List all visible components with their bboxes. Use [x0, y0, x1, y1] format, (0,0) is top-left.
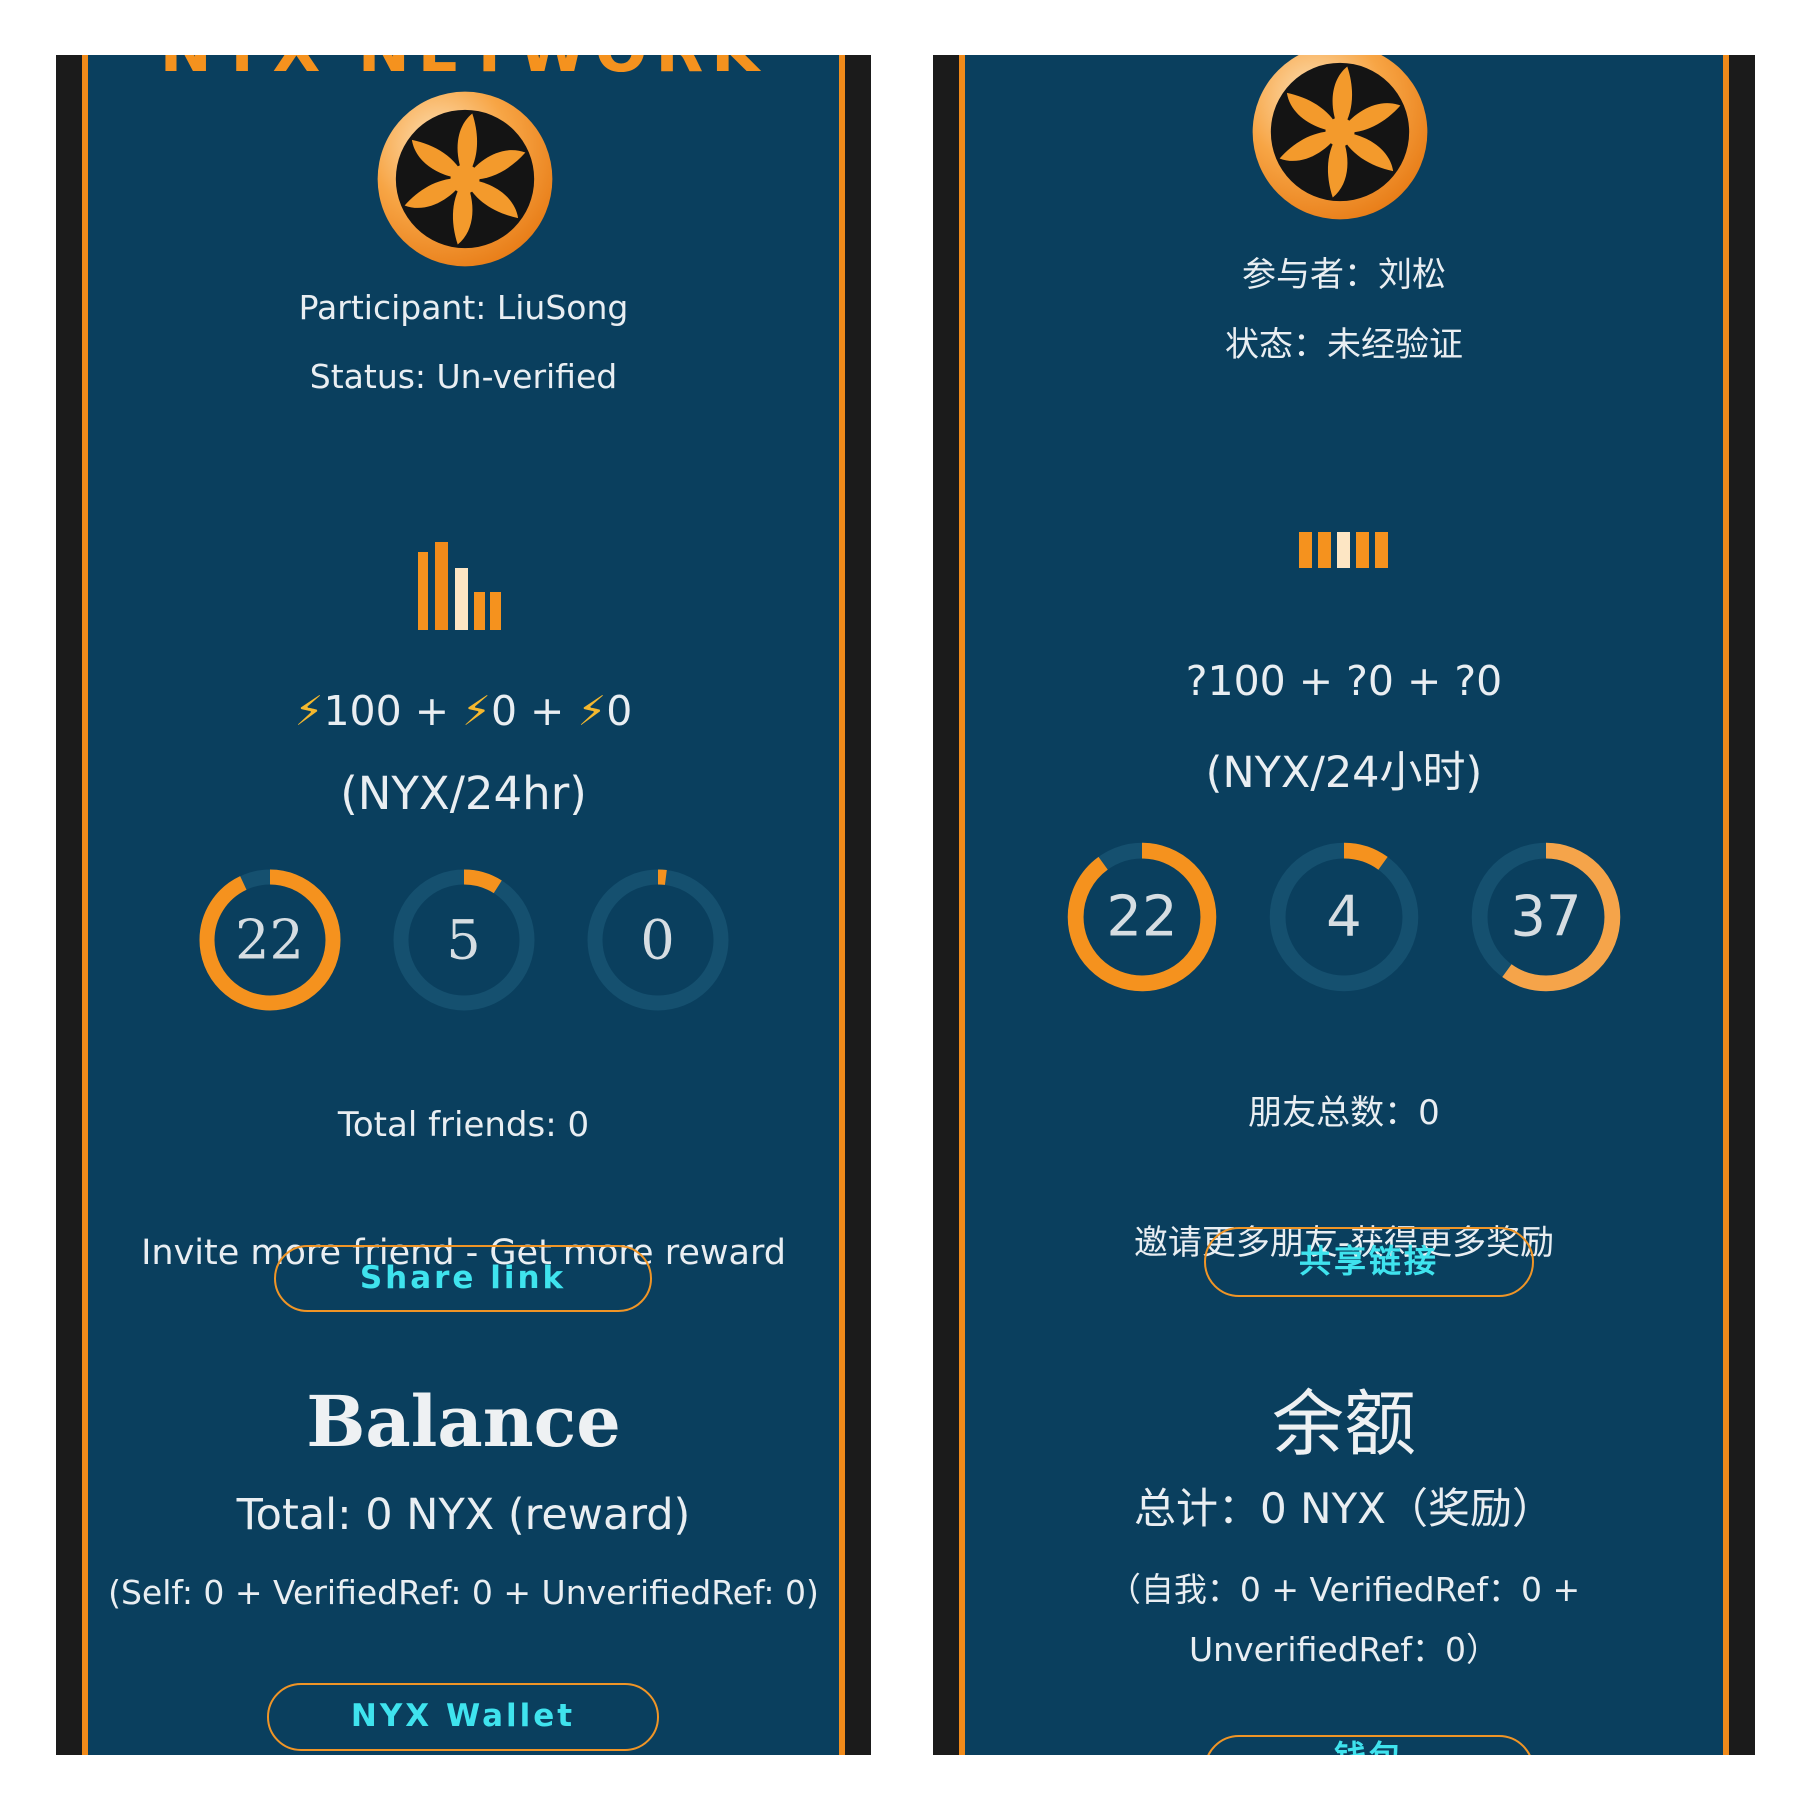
lightning-bolt-icon: ⚡: [462, 687, 491, 735]
nyx-wallet-button[interactable]: NYX Wallet: [267, 1683, 659, 1751]
stat-ring-value: 22: [235, 908, 304, 972]
wallet-button[interactable]: 钱包: [1204, 1735, 1534, 1755]
stat-ring-value: 22: [1106, 884, 1178, 950]
balance-total: 总计：0 NYX（奖励）: [1134, 1484, 1554, 1533]
nyx-logo-icon: [1249, 55, 1431, 223]
stat-ring: 22: [195, 865, 345, 1015]
rate-line: ?100 + ?0 + ?0: [1185, 657, 1503, 705]
lightning-bolt-icon: ⚡: [294, 687, 324, 735]
share-link-button[interactable]: Share link: [274, 1245, 652, 1312]
stat-rings: 22 4 37: [959, 838, 1729, 996]
stat-ring: 37: [1467, 838, 1625, 996]
balance-title: Balance: [306, 1380, 621, 1463]
stat-rings: 22 5 0: [82, 865, 845, 1015]
balance-breakdown: (Self: 0 + VerifiedRef: 0 + UnverifiedRe…: [108, 1573, 819, 1612]
status-label: Status: Un-verified: [309, 357, 618, 396]
total-friends: Total friends: 0: [337, 1105, 590, 1145]
stat-ring: 5: [389, 865, 539, 1015]
english-panel: NYX NETWORK Participant: LiuSong Status:…: [56, 55, 871, 1755]
participant-label: 参与者：刘松: [1242, 255, 1446, 295]
mining-bars-icon: [418, 542, 518, 630]
brand-title: NYX NETWORK: [82, 55, 845, 86]
stat-ring: 22: [1063, 838, 1221, 996]
stat-ring-value: 4: [1326, 884, 1362, 950]
stat-ring-value: 5: [446, 908, 481, 972]
rate-line: ⚡100 + ⚡0 + ⚡0: [294, 687, 633, 735]
stat-ring: 0: [583, 865, 733, 1015]
stat-ring-value: 37: [1510, 884, 1582, 950]
nyx-logo-icon: [374, 88, 556, 270]
rate-unit: (NYX/24hr): [340, 767, 587, 820]
share-link-button[interactable]: 共享链接: [1204, 1227, 1534, 1297]
balance-title: 余额: [1271, 1382, 1416, 1466]
balance-breakdown-cont: UnverifiedRef：0）: [1188, 1630, 1500, 1669]
stat-ring-value: 0: [640, 908, 675, 972]
rate-unit: (NYX/24小时): [1205, 748, 1483, 798]
lightning-bolt-icon: ⚡: [577, 687, 607, 735]
total-friends: 朋友总数：0: [1248, 1093, 1440, 1133]
status-label: 状态：未经验证: [1225, 325, 1463, 365]
balance-total: Total: 0 NYX (reward): [236, 1490, 691, 1540]
stat-ring: 4: [1265, 838, 1423, 996]
balance-breakdown: （自我：0 + VerifiedRef：0 +: [1107, 1570, 1581, 1609]
participant-label: Participant: LiuSong: [298, 288, 629, 327]
chinese-panel: 参与者：刘松 状态：未经验证 ?100 + ?0 + ?0 (NYX/24小时)…: [933, 55, 1755, 1755]
mining-bars-icon: [1299, 532, 1395, 568]
